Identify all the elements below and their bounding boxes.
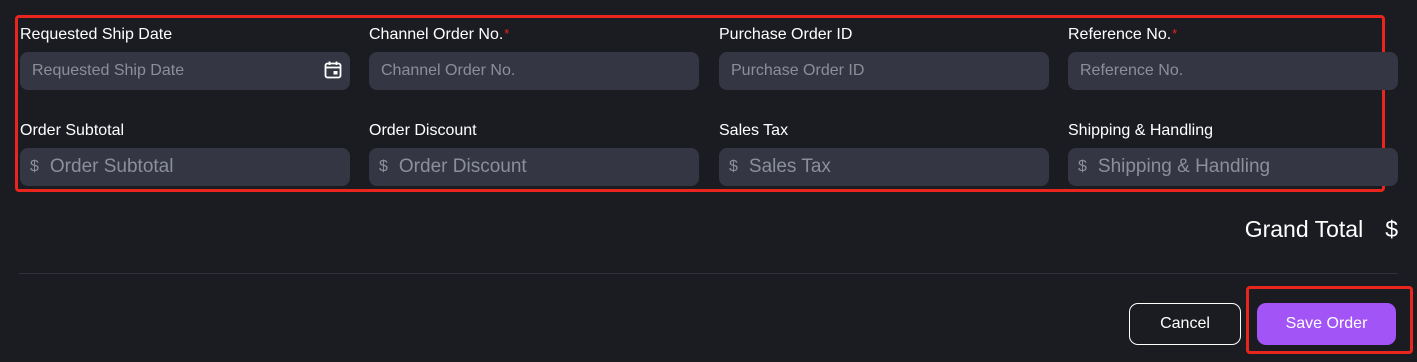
reference-no-label: Reference No.* [1068, 26, 1178, 43]
grand-total: Grand Total $ [1245, 216, 1398, 243]
sales-tax-label: Sales Tax [719, 122, 789, 139]
purchase-order-id-input[interactable]: Purchase Order ID [719, 52, 1049, 90]
reference-no-input[interactable]: Reference No. [1068, 52, 1398, 90]
sales-tax-field: Sales Tax $ Sales Tax [719, 122, 1049, 186]
channel-order-no-label: Channel Order No.* [369, 26, 510, 43]
calendar-icon[interactable] [324, 61, 342, 79]
order-subtotal-input[interactable]: $ Order Subtotal [20, 148, 350, 186]
order-discount-placeholder: Order Discount [398, 156, 527, 177]
channel-order-no-input[interactable]: Channel Order No. [369, 52, 699, 90]
purchase-order-id-label: Purchase Order ID [719, 26, 853, 43]
currency-symbol: $ [30, 158, 39, 175]
currency-symbol: $ [1078, 158, 1087, 175]
order-discount-field: Order Discount $ Order Discount [369, 122, 699, 186]
cancel-button[interactable]: Cancel [1129, 303, 1241, 345]
grand-total-label: Grand Total [1244, 216, 1364, 242]
requested-ship-date-field: Requested Ship Date Requested Ship Date [20, 26, 350, 90]
shipping-handling-placeholder: Shipping & Handling [1097, 156, 1271, 177]
requested-ship-date-placeholder: Requested Ship Date [32, 62, 185, 79]
order-discount-input[interactable]: $ Order Discount [369, 148, 699, 186]
requested-ship-date-input[interactable]: Requested Ship Date [20, 52, 350, 90]
currency-symbol: $ [729, 158, 738, 175]
save-order-button[interactable]: Save Order [1257, 303, 1396, 345]
shipping-handling-field: Shipping & Handling $ Shipping & Handlin… [1068, 122, 1398, 186]
required-marker: * [1172, 26, 1178, 41]
sales-tax-input[interactable]: $ Sales Tax [719, 148, 1049, 186]
sales-tax-placeholder: Sales Tax [748, 156, 831, 177]
order-subtotal-field: Order Subtotal $ Order Subtotal [20, 122, 350, 186]
shipping-handling-input[interactable]: $ Shipping & Handling [1068, 148, 1398, 186]
divider [19, 273, 1398, 274]
purchase-order-id-field: Purchase Order ID Purchase Order ID [719, 26, 1049, 90]
channel-order-no-placeholder: Channel Order No. [381, 62, 516, 79]
currency-symbol: $ [379, 158, 388, 175]
shipping-handling-label: Shipping & Handling [1068, 122, 1213, 139]
purchase-order-id-placeholder: Purchase Order ID [731, 62, 865, 79]
reference-no-field: Reference No.* Reference No. [1068, 26, 1398, 90]
required-marker: * [504, 26, 510, 41]
order-subtotal-label: Order Subtotal [20, 122, 125, 139]
order-subtotal-placeholder: Order Subtotal [49, 156, 174, 177]
reference-no-placeholder: Reference No. [1080, 62, 1184, 79]
grand-total-value: $ [1385, 216, 1398, 242]
requested-ship-date-label: Requested Ship Date [20, 26, 173, 43]
channel-order-no-field: Channel Order No.* Channel Order No. [369, 26, 699, 90]
order-discount-label: Order Discount [369, 122, 477, 139]
